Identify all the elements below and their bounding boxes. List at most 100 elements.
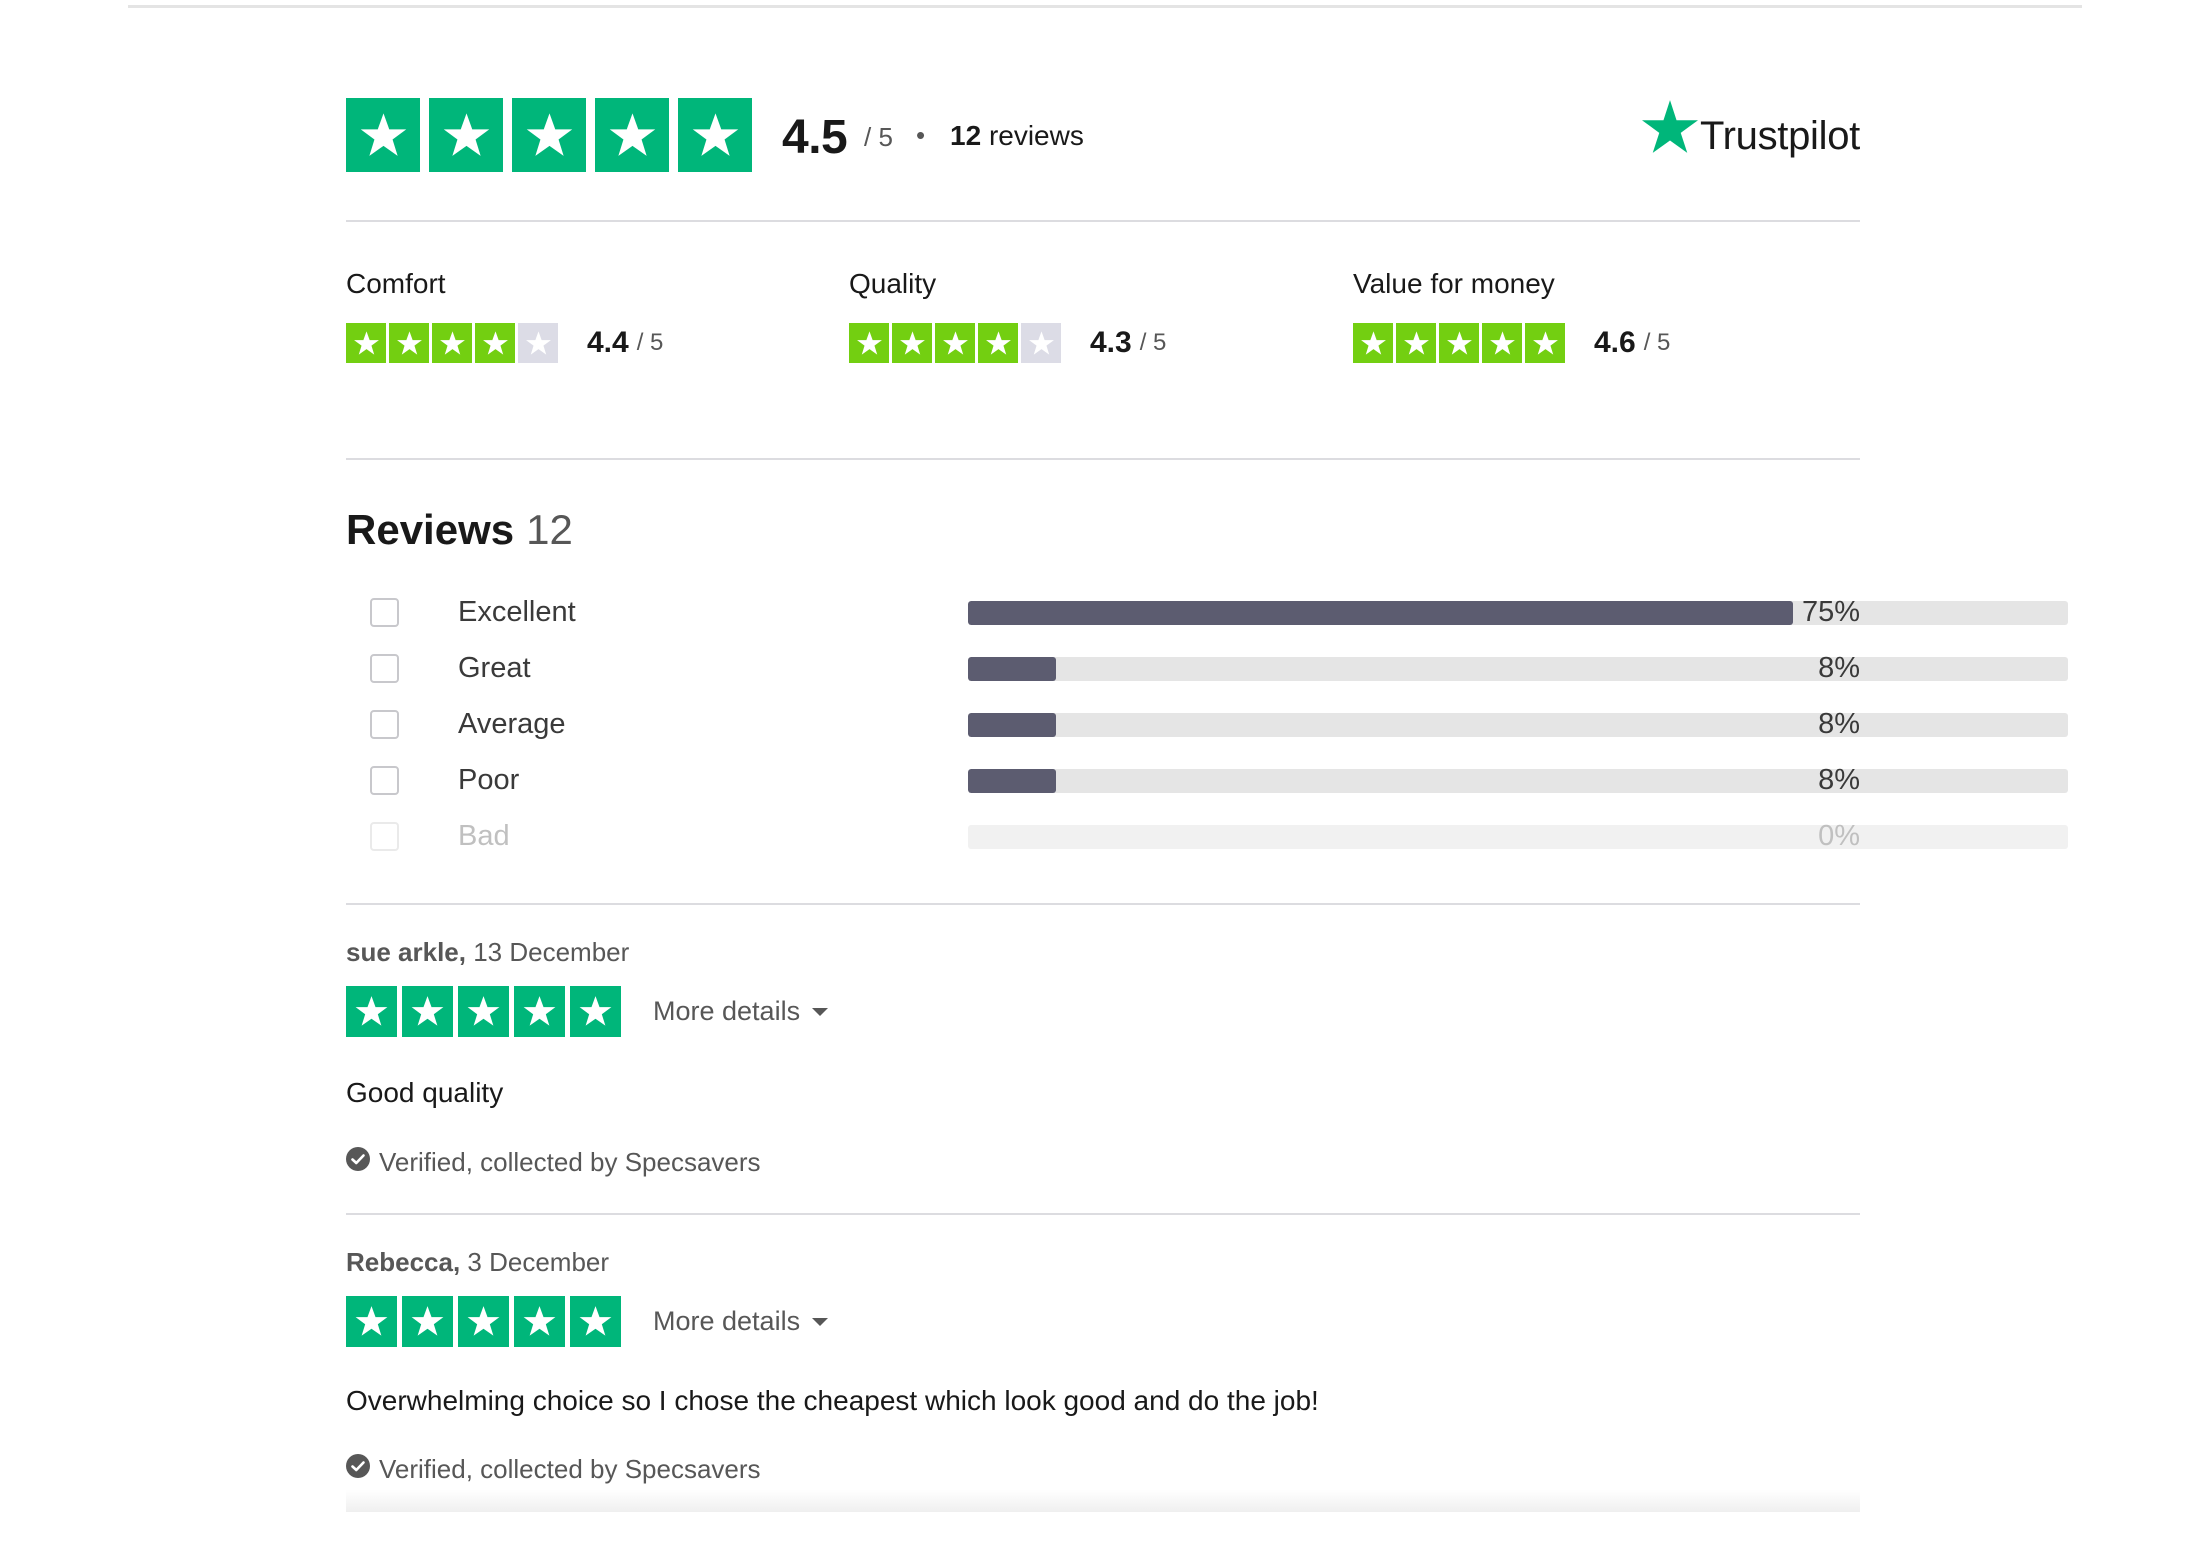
distribution-bar-track: [968, 713, 2068, 737]
filter-checkbox[interactable]: [370, 654, 399, 683]
review-date: 13 December: [473, 937, 630, 967]
distribution-bar-track: [968, 657, 2068, 681]
subrating-denominator: / 5: [1643, 329, 1671, 356]
total-review-count[interactable]: 12 reviews: [950, 120, 1084, 152]
review-author[interactable]: sue arkle,: [346, 937, 466, 967]
filter-checkbox[interactable]: [370, 766, 399, 795]
header-divider: [346, 220, 1860, 222]
star-icon: [475, 323, 515, 363]
star-icon: [402, 986, 453, 1037]
distribution-percent: 8%: [1818, 652, 1860, 684]
distribution-divider: [346, 903, 1860, 905]
star-icon: [892, 323, 932, 363]
star-icon: [429, 98, 503, 172]
star-icon: [346, 323, 386, 363]
review-author[interactable]: Rebecca,: [346, 1247, 460, 1277]
more-details-label: More details: [653, 996, 801, 1026]
distribution-bar-fill: [968, 713, 1056, 737]
overall-star-rating: [346, 98, 761, 172]
star-icon: [978, 323, 1018, 363]
review-text: Good quality: [346, 1077, 504, 1108]
star-icon: [518, 323, 558, 363]
more-details-toggle[interactable]: More details: [653, 1306, 829, 1337]
star-icon: [346, 986, 397, 1037]
review-star-rating: [346, 986, 626, 1037]
star-icon: [570, 986, 621, 1037]
review-count-label: reviews: [988, 120, 1084, 151]
star-icon: [458, 986, 509, 1037]
filter-label: Average: [458, 708, 566, 740]
review-text: Overwhelming choice so I chose the cheap…: [346, 1385, 1319, 1416]
star-icon: [570, 1296, 621, 1347]
star-icon: [514, 1296, 565, 1347]
distribution-bar-track: [968, 601, 2068, 625]
filter-label: Great: [458, 652, 531, 684]
rating-filter-great[interactable]: Great 8%: [370, 650, 2068, 690]
star-icon: [1396, 323, 1436, 363]
review-author-line: sue arkle, 13 December: [346, 937, 1860, 968]
more-details-label: More details: [653, 1306, 801, 1336]
caret-down-icon: [812, 1317, 829, 1326]
star-icon: [432, 323, 472, 363]
star-icon: [512, 98, 586, 172]
subrating-value-for-money: Value for money 4.6 / 5: [1353, 268, 1753, 363]
subratings-divider: [346, 458, 1860, 460]
distribution-percent: 8%: [1818, 708, 1860, 740]
subrating-stars: [346, 323, 561, 363]
review-divider: [346, 1213, 1860, 1215]
more-details-toggle[interactable]: More details: [653, 996, 829, 1027]
filter-checkbox[interactable]: [370, 710, 399, 739]
review-star-rating: [346, 1296, 626, 1347]
subrating-stars: [849, 323, 1064, 363]
subrating-stars: [1353, 323, 1568, 363]
overall-score-denominator: / 5: [864, 122, 893, 152]
review-date: 3 December: [467, 1247, 610, 1277]
subrating-denominator: / 5: [1139, 329, 1167, 356]
distribution-percent: 75%: [1801, 596, 1860, 628]
filter-checkbox[interactable]: [370, 598, 399, 627]
subrating-label: Quality: [849, 268, 937, 299]
distribution-bar-fill: [968, 657, 1056, 681]
star-icon: [402, 1296, 453, 1347]
star-icon: [1021, 323, 1061, 363]
star-icon: [346, 1296, 397, 1347]
verified-badge: Verified, collected by Specsavers: [346, 1147, 761, 1178]
reviews-count: 12: [526, 506, 573, 553]
trustpilot-star-icon: [1641, 100, 1698, 159]
star-icon: [1439, 323, 1479, 363]
subrating-denominator: / 5: [636, 329, 664, 356]
overall-score: 4.5: [782, 111, 848, 164]
star-icon: [514, 986, 565, 1037]
distribution-bar-fill: [968, 601, 1793, 625]
checkmark-circle-icon: [346, 1147, 379, 1178]
rating-filter-bad: Bad 0%: [370, 818, 2068, 858]
distribution-percent: 0%: [1818, 820, 1860, 852]
star-icon: [595, 98, 669, 172]
subrating-score: 4.6: [1594, 326, 1636, 359]
distribution-bar-fill: [968, 769, 1056, 793]
trustpilot-logo[interactable]: Trustpilot: [1641, 100, 1860, 159]
star-icon: [1525, 323, 1565, 363]
scroll-fade: [346, 1490, 1860, 1512]
distribution-bar-track: [968, 825, 2068, 849]
subrating-comfort: Comfort 4.4 / 5: [346, 268, 746, 363]
star-icon: [849, 323, 889, 363]
rating-summary-header: 4.5 / 5 • 12 reviews Trustpilot: [346, 98, 1860, 174]
top-divider: [128, 5, 2082, 8]
filter-label: Excellent: [458, 596, 576, 628]
review-author-line: Rebecca, 3 December: [346, 1247, 1860, 1278]
rating-filter-poor[interactable]: Poor 8%: [370, 762, 2068, 802]
star-icon: [389, 323, 429, 363]
star-icon: [678, 98, 752, 172]
review-count-number: 12: [950, 120, 982, 151]
rating-filter-excellent[interactable]: Excellent 75%: [370, 594, 2068, 634]
subrating-label: Comfort: [346, 268, 446, 299]
review-card: Rebecca, 3 December More details Overwhe…: [346, 1247, 1860, 1484]
rating-filter-average[interactable]: Average 8%: [370, 706, 2068, 746]
star-icon: [458, 1296, 509, 1347]
subrating-score: 4.3: [1090, 326, 1132, 359]
star-icon: [1353, 323, 1393, 363]
distribution-percent: 8%: [1818, 764, 1860, 796]
verified-badge: Verified, collected by Specsavers: [346, 1454, 761, 1485]
filter-checkbox: [370, 822, 399, 851]
